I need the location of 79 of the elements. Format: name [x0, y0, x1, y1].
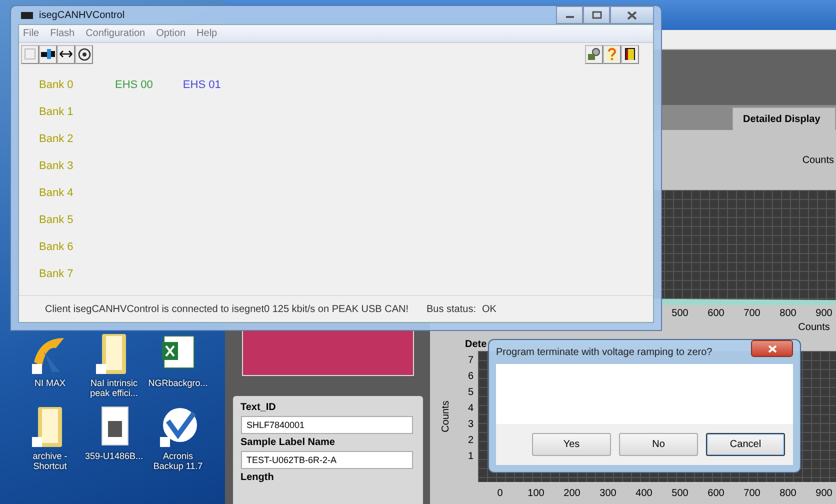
tab[interactable]: Detailed Display: [732, 107, 836, 130]
toolbar-button[interactable]: [585, 44, 603, 64]
bank-label[interactable]: Bank 0: [39, 79, 79, 106]
axis-tick-label: 4: [468, 403, 474, 414]
exit-button[interactable]: [621, 44, 639, 64]
toolbar-button[interactable]: [75, 44, 93, 64]
question-mark-icon: [607, 47, 617, 61]
field-label: Sample Label Name: [240, 437, 336, 448]
desktop-icon-label[interactable]: archive - Shortcut: [19, 450, 81, 472]
door-icon: [624, 47, 636, 61]
bank-label[interactable]: Bank 4: [39, 187, 79, 214]
axis-tick-label: 700: [744, 488, 760, 499]
axis-tick-label: 600: [708, 308, 724, 319]
close-button[interactable]: [610, 6, 654, 24]
desktop-icon-label[interactable]: NI MAX: [19, 378, 81, 388]
maximize-button[interactable]: [583, 6, 610, 24]
bank-label[interactable]: Bank 7: [39, 268, 79, 295]
axis-tick-label: 1: [468, 451, 474, 462]
toolbar-button[interactable]: [57, 44, 75, 64]
status-message: Client isegCANHVControl is connected to isegnet0 125 kbit/s on PEAK USB CAN!: [45, 304, 409, 314]
chart-title: Dete: [465, 339, 487, 351]
bank-label[interactable]: Bank 2: [39, 133, 79, 160]
blank-icon: [24, 48, 36, 60]
minimize-button[interactable]: [556, 6, 583, 24]
desktop-icon-label[interactable]: 359-U1486B...: [83, 450, 145, 462]
window-title: isegCANHVControl: [39, 10, 125, 20]
app-icon: [20, 10, 34, 20]
bank-label[interactable]: Bank 3: [39, 160, 79, 187]
desktop-icon-label[interactable]: NaI intrinsic peak effici...: [83, 378, 145, 399]
axis-tick-label: 800: [780, 308, 796, 319]
dialog-button[interactable]: No: [619, 433, 698, 456]
menu-item[interactable]: Configuration: [86, 28, 146, 39]
close-button[interactable]: [751, 340, 793, 357]
close-icon: [768, 344, 776, 352]
axis-tick-label: 700: [744, 308, 760, 319]
axis-tick-label: 400: [636, 488, 652, 499]
menu-item[interactable]: File: [23, 28, 40, 39]
axis-tick-label: 500: [672, 488, 688, 499]
module-label[interactable]: EHS 01: [182, 79, 221, 106]
axis-label: Counts: [802, 154, 835, 166]
dialog-button[interactable]: Cancel: [706, 433, 785, 456]
axis-tick-label: 200: [564, 488, 580, 499]
dialog-button[interactable]: Yes: [532, 433, 611, 456]
desktop-icon-label[interactable]: Acronis Backup 11.7: [147, 450, 209, 472]
bank-label[interactable]: Bank 1: [39, 106, 79, 133]
axis-tick-label: 100: [528, 488, 544, 499]
axis-label: Counts: [440, 400, 452, 432]
bus-status-value: OK: [482, 304, 496, 314]
axis-tick-label: 500: [672, 308, 688, 319]
axis-tick-label: 3: [468, 419, 474, 430]
axis-tick-label: 600: [708, 488, 724, 499]
module-label[interactable]: EHS 00: [115, 79, 153, 106]
desktop-icon-label[interactable]: NGRbackgro...: [147, 378, 209, 388]
maximize-icon: [592, 11, 602, 19]
menu-item[interactable]: Help: [196, 28, 218, 39]
bank-label[interactable]: Bank 6: [39, 241, 79, 268]
axis-tick-label: 2: [468, 435, 474, 446]
bus-status-label: Bus status:: [426, 304, 476, 314]
dialog-title: Program terminate with voltage ramping to zero?: [496, 346, 712, 358]
close-icon: [627, 10, 637, 20]
text-field[interactable]: TEST-U062TB-6R-2-A: [240, 451, 412, 469]
axis-tick-label: 900: [816, 488, 832, 499]
axis-tick-label: 300: [600, 488, 616, 499]
axis-tick-label: 6: [468, 371, 474, 382]
target-icon: [78, 48, 90, 60]
axis-tick-label: 900: [816, 308, 832, 319]
text-field[interactable]: SHLF7840001: [240, 416, 412, 434]
toolbar-button[interactable]: [39, 44, 57, 64]
field-label: Text_ID: [240, 402, 277, 413]
axis-label: Counts: [798, 322, 830, 333]
axis-tick-label: 0: [497, 488, 503, 499]
menu-item[interactable]: Option: [156, 28, 186, 39]
bank-label[interactable]: Bank 5: [39, 214, 79, 241]
arrows-icon: [59, 49, 73, 59]
axis-tick-label: 5: [468, 387, 474, 398]
field-label: Length: [240, 472, 275, 483]
axis-tick-label: 800: [780, 488, 796, 499]
axis-tick-label: 7: [468, 355, 474, 366]
menu-item[interactable]: Flash: [50, 28, 75, 39]
